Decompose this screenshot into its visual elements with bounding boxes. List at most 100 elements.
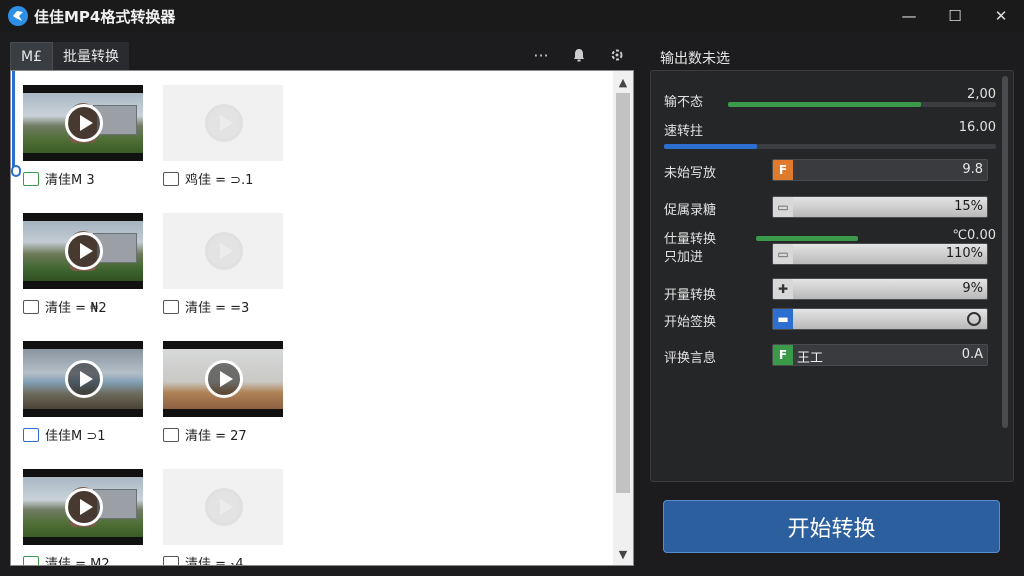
plus-icon: ✚: [773, 279, 793, 299]
selection-handle[interactable]: [11, 165, 21, 177]
field-label-5: 开始签换: [664, 315, 717, 330]
video-thumbnail[interactable]: [23, 85, 143, 161]
tab-bar: M£ 批量转换 ···: [10, 40, 634, 70]
file-caption: 佳佳M ⊃1: [23, 425, 153, 444]
play-icon[interactable]: [205, 488, 243, 526]
play-icon[interactable]: [65, 360, 103, 398]
play-icon[interactable]: [65, 232, 103, 270]
play-icon[interactable]: [65, 104, 103, 142]
gear-icon[interactable]: [606, 44, 628, 66]
doc-icon: ▭: [773, 244, 793, 264]
play-icon[interactable]: [65, 488, 103, 526]
file-type-icon: [163, 427, 179, 442]
play-icon[interactable]: [205, 104, 243, 142]
speed-bar[interactable]: [664, 144, 996, 149]
more-options-button[interactable]: ···: [530, 44, 552, 66]
play-triangle: [79, 243, 93, 259]
video-thumbnail[interactable]: [163, 85, 283, 161]
close-button[interactable]: ✕: [978, 0, 1024, 32]
start-convert-field[interactable]: ▬: [772, 308, 988, 330]
play-triangle: [79, 499, 93, 515]
params-panel-title: 输出数未选: [660, 51, 730, 67]
field-label-6: 评换言息: [664, 351, 717, 366]
file-type-icon: [23, 299, 39, 314]
doc-icon: ▭: [773, 197, 793, 217]
more-icon: ···: [533, 45, 549, 65]
field-value: 9%: [962, 281, 983, 296]
start-write-field[interactable]: F 9.8: [772, 159, 988, 181]
file-item[interactable]: 佳佳M ⊃1: [23, 341, 153, 444]
flag-icon: F: [773, 160, 793, 180]
bell-icon[interactable]: [568, 44, 590, 66]
file-item[interactable]: 鸡佳 = ⊃.1: [163, 85, 293, 188]
tab-batch-convert[interactable]: 批量转换: [53, 42, 129, 70]
video-thumbnail[interactable]: [163, 341, 283, 417]
file-item[interactable]: 清佳M 3: [23, 85, 153, 188]
title-bar: 佳佳MP4格式转换器 — ☐ ✕: [0, 0, 1024, 32]
quality-field[interactable]: ▭ 15%: [772, 196, 988, 218]
field-value: 9.8: [962, 162, 983, 177]
vertical-scrollbar[interactable]: ▲ ▼: [613, 71, 633, 565]
file-name: 清佳 = ₦2: [45, 301, 107, 316]
field-text: 王工: [797, 351, 824, 366]
play-triangle: [219, 243, 233, 259]
file-list-panel[interactable]: 清佳M 3 鸡佳 = ⊃.1 清佳 = ₦2 清佳 = =3 佳佳M ⊃1 清佳 = 27…: [10, 70, 634, 566]
search-knob-icon[interactable]: [967, 312, 981, 326]
flag-icon: F: [773, 345, 793, 365]
play-triangle: [79, 371, 93, 387]
play-icon[interactable]: [205, 360, 243, 398]
video-thumbnail[interactable]: [23, 213, 143, 289]
output-state-label: 输不态: [664, 95, 704, 110]
video-thumbnail[interactable]: [23, 469, 143, 545]
file-type-icon: [163, 171, 179, 186]
output-state-value: 2,00: [967, 87, 996, 102]
video-thumbnail[interactable]: [163, 469, 283, 545]
field-fill: [773, 309, 987, 329]
file-name: 清佳 = ₁4: [185, 557, 244, 566]
scroll-down-icon[interactable]: ▼: [613, 545, 633, 563]
file-item[interactable]: 清佳 = 27: [163, 341, 293, 444]
video-thumbnail[interactable]: [23, 341, 143, 417]
overlay-bar[interactable]: [756, 236, 858, 241]
batch-convert-field[interactable]: ✚ 9%: [772, 278, 988, 300]
convert-info-field[interactable]: F 王工 0.A: [772, 344, 988, 366]
file-item[interactable]: 清佳 = ₦2: [23, 213, 153, 316]
file-caption: 清佳 = ₦2: [23, 297, 153, 316]
tab-files[interactable]: M£: [10, 42, 53, 70]
file-type-icon: [163, 555, 179, 565]
bar-icon: ▬: [773, 309, 793, 329]
window-title: 佳佳MP4格式转换器: [34, 7, 176, 26]
speed-label: 速转拄: [664, 124, 704, 139]
file-caption: 清佳 = 27: [163, 425, 293, 444]
video-thumbnail[interactable]: [163, 213, 283, 289]
file-type-icon: [23, 171, 39, 186]
overlay-label: 仕量转换: [664, 232, 717, 247]
field-value: 110%: [945, 246, 983, 261]
selection-indicator: [12, 71, 15, 171]
output-state-bar[interactable]: [728, 102, 996, 107]
extra-field[interactable]: ▭ 110%: [772, 243, 988, 265]
play-triangle: [219, 499, 233, 515]
file-item[interactable]: 清佳 = ₁4: [163, 469, 293, 566]
scrollbar-thumb[interactable]: [616, 93, 630, 493]
field-fill: [773, 279, 987, 299]
start-convert-button[interactable]: 开始转换: [663, 500, 1000, 553]
file-caption: 清佳 = =3: [163, 297, 293, 316]
field-value: 0.A: [961, 347, 983, 362]
params-scrollbar[interactable]: [1002, 76, 1008, 428]
file-item[interactable]: 清佳 = =3: [163, 213, 293, 316]
minimize-button[interactable]: —: [886, 0, 932, 32]
file-item[interactable]: 清佳 = M2: [23, 469, 153, 565]
app-logo-icon: [8, 6, 28, 26]
overlay-value: ℃0.00: [952, 228, 996, 243]
speed-bar-fill: [664, 144, 757, 149]
file-caption: 清佳M 3: [23, 169, 153, 188]
play-icon[interactable]: [205, 232, 243, 270]
maximize-button[interactable]: ☐: [932, 0, 978, 32]
file-name: 清佳M 3: [45, 173, 95, 188]
scroll-up-icon[interactable]: ▲: [613, 73, 633, 91]
overlay-bar-fill: [756, 236, 858, 241]
field-label-2: 促属录糖: [664, 203, 717, 218]
field-label-3: 只加进: [664, 250, 704, 265]
file-caption: 鸡佳 = ⊃.1: [163, 169, 293, 188]
